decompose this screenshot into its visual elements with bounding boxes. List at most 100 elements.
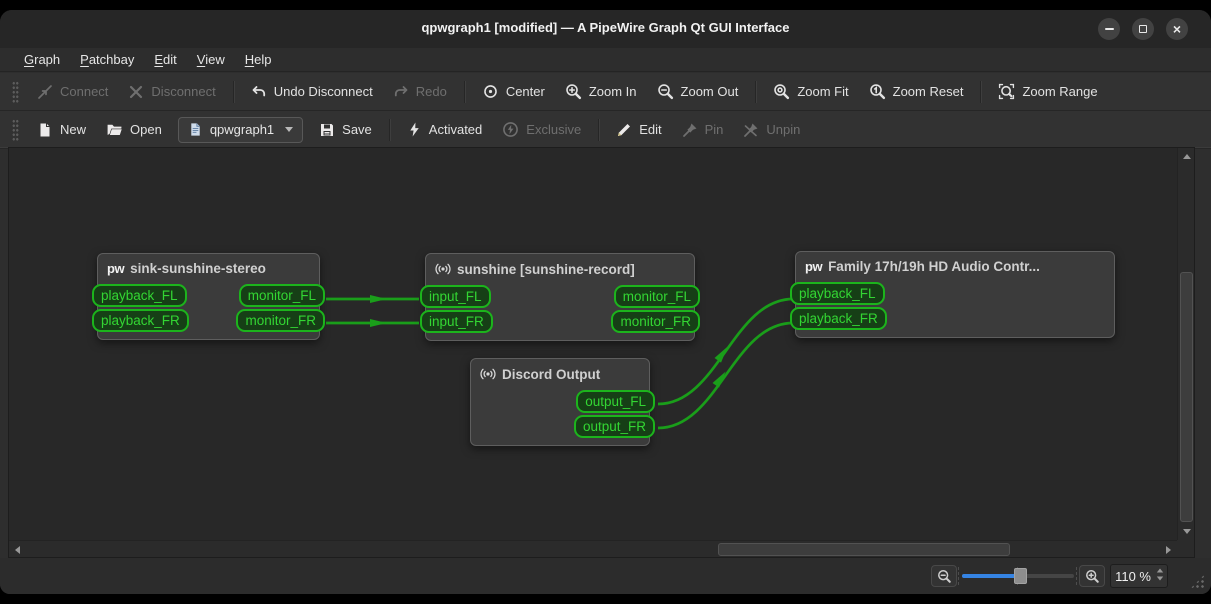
activated-button[interactable]: Activated [397, 115, 492, 145]
zoom-percent-value: 110 % [1115, 568, 1151, 584]
port-playback-fr[interactable]: playback_FR [92, 309, 189, 332]
app-window: qpwgraph1 [modified] — A PipeWire Graph … [0, 10, 1211, 594]
connect-button[interactable]: Connect [27, 77, 118, 107]
node-discord-output[interactable]: Discord Output output_FL output_FR [470, 358, 655, 446]
undo-icon [252, 85, 265, 96]
menu-bar: Graph Patchbay Edit View Help [0, 48, 1211, 72]
port-playback-fr[interactable]: playback_FR [790, 307, 887, 330]
menu-help[interactable]: Help [235, 50, 282, 69]
node-header: Discord Output [471, 359, 649, 388]
port-monitor-fl[interactable]: monitor_FL [238, 284, 325, 307]
disconnect-label: Disconnect [151, 84, 216, 99]
port-output-fr[interactable]: output_FR [573, 415, 655, 438]
new-label: New [60, 122, 87, 137]
zoom-in-icon [1085, 569, 1099, 583]
patchbay-selector-value: qpwgraph1 [209, 122, 275, 137]
minimize-button[interactable] [1098, 18, 1120, 40]
open-label: Open [130, 122, 162, 137]
exclusive-label: Exclusive [526, 122, 582, 137]
port-input-fr[interactable]: input_FR [420, 310, 493, 333]
title-bar: qpwgraph1 [modified] — A PipeWire Graph … [0, 10, 1211, 48]
unpin-label: Unpin [766, 122, 801, 137]
scroll-down-button[interactable] [1178, 523, 1195, 540]
exclusive-icon [503, 122, 519, 137]
patchbay-file-icon [191, 123, 200, 136]
zoom-in-icon [566, 84, 581, 100]
undo-button[interactable]: Undo Disconnect [241, 77, 383, 107]
port-monitor-fr[interactable]: monitor_FR [611, 310, 700, 333]
spinbox-arrows[interactable] [1156, 568, 1164, 581]
zoom-percent-spinbox[interactable]: 110 % [1110, 564, 1168, 588]
node-header: pw Family 17h/19h HD Audio Contr... [796, 252, 1114, 280]
node-title: Family 17h/19h HD Audio Contr... [828, 259, 1040, 274]
node-sunshine[interactable]: sunshine [sunshine-record] input_FL moni… [420, 253, 700, 341]
window-resize-grip[interactable] [1190, 574, 1205, 589]
save-label: Save [342, 122, 372, 137]
center-button[interactable]: Center [472, 77, 555, 107]
graph-canvas[interactable]: pw sink-sunshine-stereo playback_FL moni… [9, 148, 1177, 540]
close-button[interactable]: × [1166, 18, 1188, 40]
open-button[interactable]: Open [96, 115, 172, 145]
new-button[interactable]: New [27, 115, 96, 145]
toolbar-drag-handle[interactable] [12, 80, 19, 103]
zoom-slider-handle[interactable] [1014, 568, 1027, 584]
save-button[interactable]: Save [309, 115, 382, 145]
scroll-left-button[interactable] [9, 541, 26, 558]
activated-label: Activated [428, 122, 483, 137]
scroll-right-button[interactable] [1160, 541, 1177, 558]
menu-graph[interactable]: Graph [14, 50, 70, 69]
toolbar-separator [388, 118, 390, 141]
slider-tick [958, 567, 959, 585]
pin-icon [682, 123, 697, 137]
node-header: pw sink-sunshine-stereo [98, 254, 319, 282]
undo-label: Undo Disconnect [273, 84, 373, 99]
maximize-button[interactable] [1132, 18, 1154, 40]
port-monitor-fr[interactable]: monitor_FR [236, 309, 325, 332]
statusbar-zoom-in-button[interactable] [1079, 565, 1105, 587]
scroll-up-button[interactable] [1178, 148, 1195, 165]
zoom-range-label: Zoom Range [1022, 84, 1098, 99]
arrow-left-icon [15, 545, 20, 554]
zoom-reset-button[interactable]: Zoom Reset [859, 77, 974, 107]
spin-down-icon [1156, 576, 1164, 581]
slider-tick [1076, 567, 1077, 585]
media-source-icon [480, 368, 496, 380]
vertical-scrollbar-thumb[interactable] [1180, 272, 1193, 522]
node-family-hd-audio[interactable]: pw Family 17h/19h HD Audio Contr... play… [790, 251, 1115, 338]
node-sink-sunshine-stereo[interactable]: pw sink-sunshine-stereo playback_FL moni… [92, 253, 325, 340]
edit-button[interactable]: Edit [606, 115, 671, 145]
horizontal-scrollbar[interactable] [9, 540, 1177, 557]
vertical-scrollbar[interactable] [1177, 148, 1194, 540]
disconnect-button[interactable]: Disconnect [118, 77, 225, 107]
arrow-right-icon [1166, 545, 1171, 554]
zoom-fit-button[interactable]: Zoom Fit [763, 77, 858, 107]
toolbar-drag-handle[interactable] [12, 118, 19, 141]
port-monitor-fl[interactable]: monitor_FL [613, 285, 700, 308]
zoom-reset-label: Zoom Reset [892, 84, 964, 99]
zoom-out-button[interactable]: Zoom Out [647, 77, 749, 107]
statusbar-zoom-out-button[interactable] [931, 565, 957, 587]
toolbar-separator [232, 80, 234, 103]
disconnect-icon [130, 85, 143, 98]
edit-pencil-icon [618, 123, 631, 136]
arrow-down-icon [1182, 529, 1191, 534]
port-output-fl[interactable]: output_FL [576, 390, 655, 413]
connections-layer [326, 295, 794, 430]
port-playback-fl[interactable]: playback_FL [790, 282, 885, 305]
exclusive-button[interactable]: Exclusive [492, 115, 591, 145]
redo-button[interactable]: Redo [383, 77, 457, 107]
toolbar-separator [980, 80, 982, 103]
port-input-fl[interactable]: input_FL [420, 285, 491, 308]
pin-button[interactable]: Pin [672, 115, 734, 145]
zoom-in-button[interactable]: Zoom In [555, 77, 647, 107]
port-playback-fl[interactable]: playback_FL [92, 284, 187, 307]
horizontal-scrollbar-thumb[interactable] [718, 543, 1010, 556]
menu-edit[interactable]: Edit [144, 50, 186, 69]
zoom-range-button[interactable]: Zoom Range [988, 77, 1107, 107]
menu-patchbay[interactable]: Patchbay [70, 50, 144, 69]
menu-view[interactable]: View [187, 50, 235, 69]
zoom-slider[interactable] [962, 565, 1074, 587]
unpin-button[interactable]: Unpin [733, 115, 810, 145]
activated-icon [410, 122, 419, 137]
patchbay-selector[interactable]: qpwgraph1 [177, 116, 304, 143]
